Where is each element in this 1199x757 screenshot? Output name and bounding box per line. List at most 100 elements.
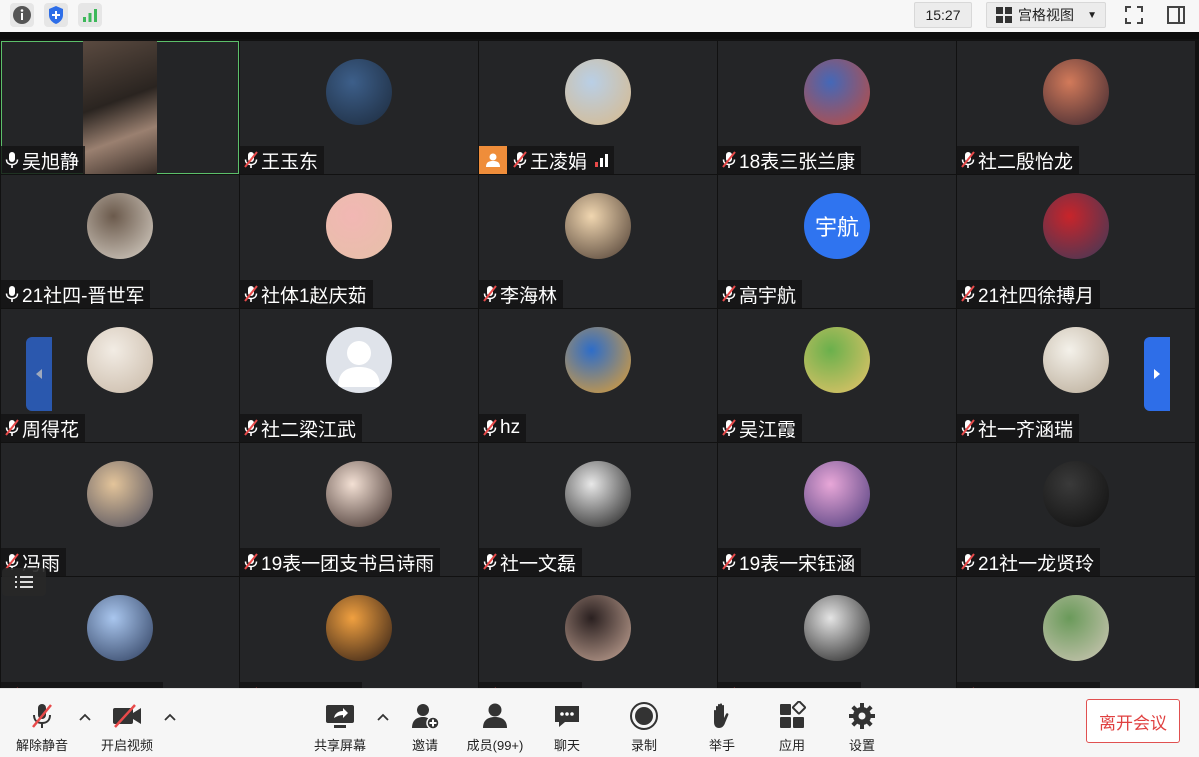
participant-avatar: [1043, 59, 1109, 125]
participant-list-toggle[interactable]: [2, 568, 46, 596]
participant-name: 社二梁江武: [261, 419, 357, 441]
participant-tile[interactable]: 社二殷怡龙: [957, 41, 1195, 174]
participant-tile[interactable]: 21社三李同同: [718, 577, 956, 688]
video-options-chevron-icon[interactable]: [163, 711, 177, 725]
participant-tile[interactable]: 吴旭静: [1, 41, 239, 174]
network-signal-icon[interactable]: [78, 3, 102, 27]
participant-avatar: [87, 461, 153, 527]
participant-name-bar: 21社四-晋世军: [1, 280, 151, 308]
participant-name: 19表一宋钰涵: [739, 553, 856, 575]
participant-name-bar: 周得花: [1, 414, 86, 442]
raise-hand-label: 举手: [708, 738, 735, 753]
participant-tile[interactable]: 吴江霞: [718, 309, 956, 442]
apps-button[interactable]: 应用: [752, 701, 832, 754]
top-bar: 15:27 宫格视图 ▼: [0, 0, 1199, 32]
muted-microphone-icon: [244, 553, 258, 570]
start-video-button[interactable]: 开启视频: [87, 701, 167, 754]
muted-microphone-icon: [513, 151, 527, 168]
participant-tile[interactable]: 一程简简: [479, 577, 717, 688]
participant-name: 吴旭静: [22, 151, 80, 173]
muted-microphone-icon: [244, 151, 258, 168]
participant-name-bar: 李海林: [479, 280, 564, 308]
view-mode-label: 宫格视图: [1018, 7, 1074, 23]
muted-microphone-icon: [483, 553, 497, 570]
participant-avatar: [87, 595, 153, 661]
participant-avatar: [87, 193, 153, 259]
participant-tile[interactable]: 王玉东: [240, 41, 478, 174]
members-button[interactable]: 成员(99+): [455, 701, 535, 754]
security-shield-icon[interactable]: [44, 3, 68, 27]
participant-name: 21社四徐搏月: [978, 285, 1095, 307]
participant-name-bar: 王玉东: [240, 146, 325, 174]
share-screen-button[interactable]: 共享屏幕: [300, 701, 380, 754]
default-avatar-icon: [326, 327, 392, 393]
muted-microphone-icon: [483, 419, 497, 436]
participant-tile[interactable]: 19表一团支书吕诗雨: [240, 443, 478, 576]
muted-microphone-icon: [722, 151, 736, 168]
participant-name: 吴江霞: [739, 419, 797, 441]
participant-avatar: [1043, 595, 1109, 661]
members-label: 成员(99+): [466, 738, 524, 753]
info-icon[interactable]: [10, 3, 34, 27]
microphone-icon: [5, 152, 19, 168]
participant-tile[interactable]: 21社四徐搏月: [957, 175, 1195, 308]
participant-tile[interactable]: 冯雨: [1, 443, 239, 576]
participant-tile[interactable]: 社一文磊: [479, 443, 717, 576]
participant-name-bar: 18表三张兰康: [718, 146, 862, 174]
participant-tile[interactable]: 社一杜浩中: [240, 577, 478, 688]
participant-tile[interactable]: 21社三张吐燕: [957, 577, 1195, 688]
muted-microphone-icon: [5, 419, 19, 436]
participant-tile[interactable]: 21社四-晋世军: [1, 175, 239, 308]
participant-name: 王凌娟: [530, 151, 588, 173]
participant-tile[interactable]: 19表一宋钰涵: [718, 443, 956, 576]
participant-name: 王玉东: [261, 151, 319, 173]
participant-tile[interactable]: hz: [479, 309, 717, 442]
muted-microphone-icon: [961, 151, 975, 168]
participant-name: 社一齐涵瑞: [978, 419, 1074, 441]
participant-name: 19表一团支书吕诗雨: [261, 553, 435, 575]
participant-tile[interactable]: 社体1赵庆茹: [240, 175, 478, 308]
participant-tile[interactable]: 社二梁江武: [240, 309, 478, 442]
participant-name-bar: 21社四徐搏月: [957, 280, 1101, 308]
apps-icon: [780, 701, 806, 728]
participant-name-bar: 社体1赵庆茹: [240, 280, 373, 308]
participant-name-bar: 19表一宋钰涵: [718, 548, 862, 576]
participant-name-bar: 21社一龙贤玲: [957, 548, 1101, 576]
previous-page-button[interactable]: [26, 337, 52, 411]
muted-microphone-icon: [244, 285, 258, 302]
participant-tile[interactable]: 21社一龙贤玲: [957, 443, 1195, 576]
apps-label: 应用: [778, 738, 805, 753]
participant-avatar: [565, 595, 631, 661]
view-mode-dropdown[interactable]: 宫格视图 ▼: [986, 2, 1106, 28]
share-screen-label: 共享屏幕: [313, 738, 366, 753]
fullscreen-icon[interactable]: [1120, 2, 1148, 28]
participant-name-bar: 社二梁江武: [240, 414, 363, 442]
leave-meeting-button[interactable]: 离开会议: [1086, 699, 1180, 743]
participant-avatar: [326, 193, 392, 259]
participant-tile[interactable]: 王凌娟: [479, 41, 717, 174]
members-icon: [483, 703, 507, 728]
participant-name: 周得花: [22, 419, 80, 441]
muted-microphone-icon: [961, 285, 975, 302]
meeting-toolbar: 解除静音 开启视频 共享屏幕 邀请 成员(99+) 聊天 录制 举手 应用 设置…: [0, 688, 1199, 757]
participant-tile[interactable]: 李海林: [479, 175, 717, 308]
participant-avatar: [87, 327, 153, 393]
chevron-right-icon: [1154, 369, 1160, 379]
microphone-icon: [5, 286, 19, 302]
participant-name: 21社四-晋世军: [22, 285, 145, 307]
meeting-clock: 15:27: [914, 2, 972, 28]
settings-button[interactable]: 设置: [822, 701, 902, 754]
share-screen-icon: [326, 705, 354, 728]
chevron-down-icon: ▼: [1087, 9, 1097, 21]
muted-microphone-icon: [244, 419, 258, 436]
invite-button[interactable]: 邀请: [385, 701, 465, 754]
side-panel-icon[interactable]: [1162, 2, 1190, 28]
next-page-button[interactable]: [1144, 337, 1170, 411]
participant-tile[interactable]: 宇航 高宇航: [718, 175, 956, 308]
participant-name-bar: 社一文磊: [479, 548, 583, 576]
chat-button[interactable]: 聊天: [527, 701, 607, 754]
participant-tile[interactable]: 18表三张兰康: [718, 41, 956, 174]
raise-hand-button[interactable]: 举手: [682, 701, 762, 754]
unmute-button[interactable]: 解除静音: [2, 701, 82, 754]
record-button[interactable]: 录制: [604, 701, 684, 754]
